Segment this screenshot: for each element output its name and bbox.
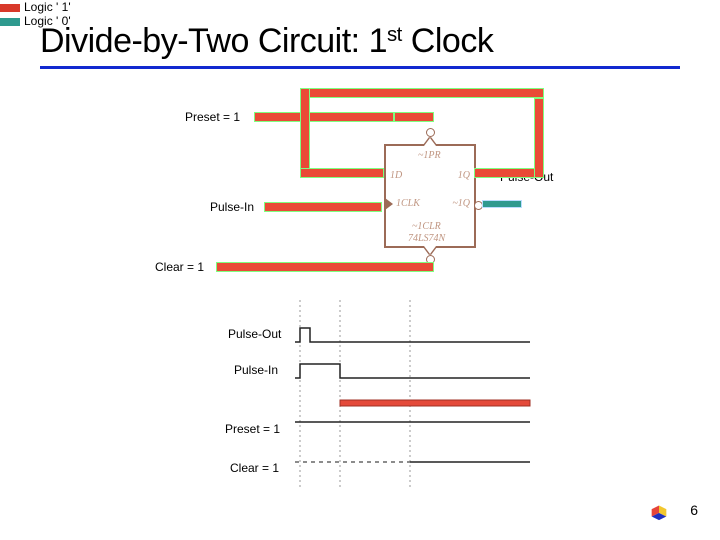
pin-qbar: ~1Q — [452, 198, 470, 209]
pin-clr: ~1CLR — [412, 221, 441, 232]
timing-diagram — [230, 300, 670, 490]
preset-pulse-mark — [340, 400, 530, 406]
label-clear: Clear = 1 — [155, 260, 204, 274]
preset-bubble-icon — [426, 128, 435, 137]
pin-clk: 1CLK — [396, 198, 420, 209]
trace-pulse-out — [295, 328, 530, 342]
wire-feedback-top — [300, 88, 544, 98]
preset-pin-notch — [424, 138, 436, 146]
pin-q: 1Q — [458, 170, 470, 181]
wire-into-d — [300, 168, 384, 178]
wire-feedback-left — [300, 88, 310, 176]
title-pre: Divide-by-Two Circuit: 1 — [40, 22, 387, 60]
flipflop-ic: ~1PR 1D 1CLK 1Q ~1Q ~1CLR 74LS74N — [384, 144, 476, 248]
title-post: Clock — [402, 22, 493, 60]
page-number: 6 — [690, 502, 698, 518]
label-pulse-in: Pulse-In — [210, 200, 254, 214]
timing-label-pulse-in: Pulse-In — [234, 363, 278, 377]
label-preset: Preset = 1 — [185, 110, 240, 124]
legend-swatch-0 — [0, 18, 20, 26]
wire-q-up — [534, 98, 544, 178]
pin-d: 1D — [390, 170, 402, 181]
ic-part-number: 74LS74N — [408, 233, 445, 244]
wire-clear — [216, 262, 434, 272]
pin-pre: ~1PR — [418, 150, 441, 161]
title-underline — [40, 66, 680, 69]
clock-notch-icon — [385, 198, 393, 210]
timing-label-pulse-out: Pulse-Out — [228, 327, 281, 341]
slide: Divide-by-Two Circuit: 1st Clock Preset … — [0, 0, 720, 540]
timing-label-clear: Clear = 1 — [230, 461, 279, 475]
wire-qbar — [482, 200, 522, 208]
footer-logo-icon — [648, 500, 670, 522]
clear-pin-notch — [424, 246, 436, 254]
legend-label-1: Logic ' 1' — [24, 0, 71, 14]
page-title: Divide-by-Two Circuit: 1st Clock — [40, 22, 493, 61]
wire-preset-to-ic — [394, 112, 434, 122]
trace-pulse-in — [295, 364, 530, 378]
legend-swatch-1 — [0, 4, 20, 12]
wire-preset — [254, 112, 394, 122]
timing-label-preset: Preset = 1 — [225, 422, 280, 436]
wire-pulse-in — [264, 202, 382, 212]
title-ordinal: st — [387, 24, 402, 46]
